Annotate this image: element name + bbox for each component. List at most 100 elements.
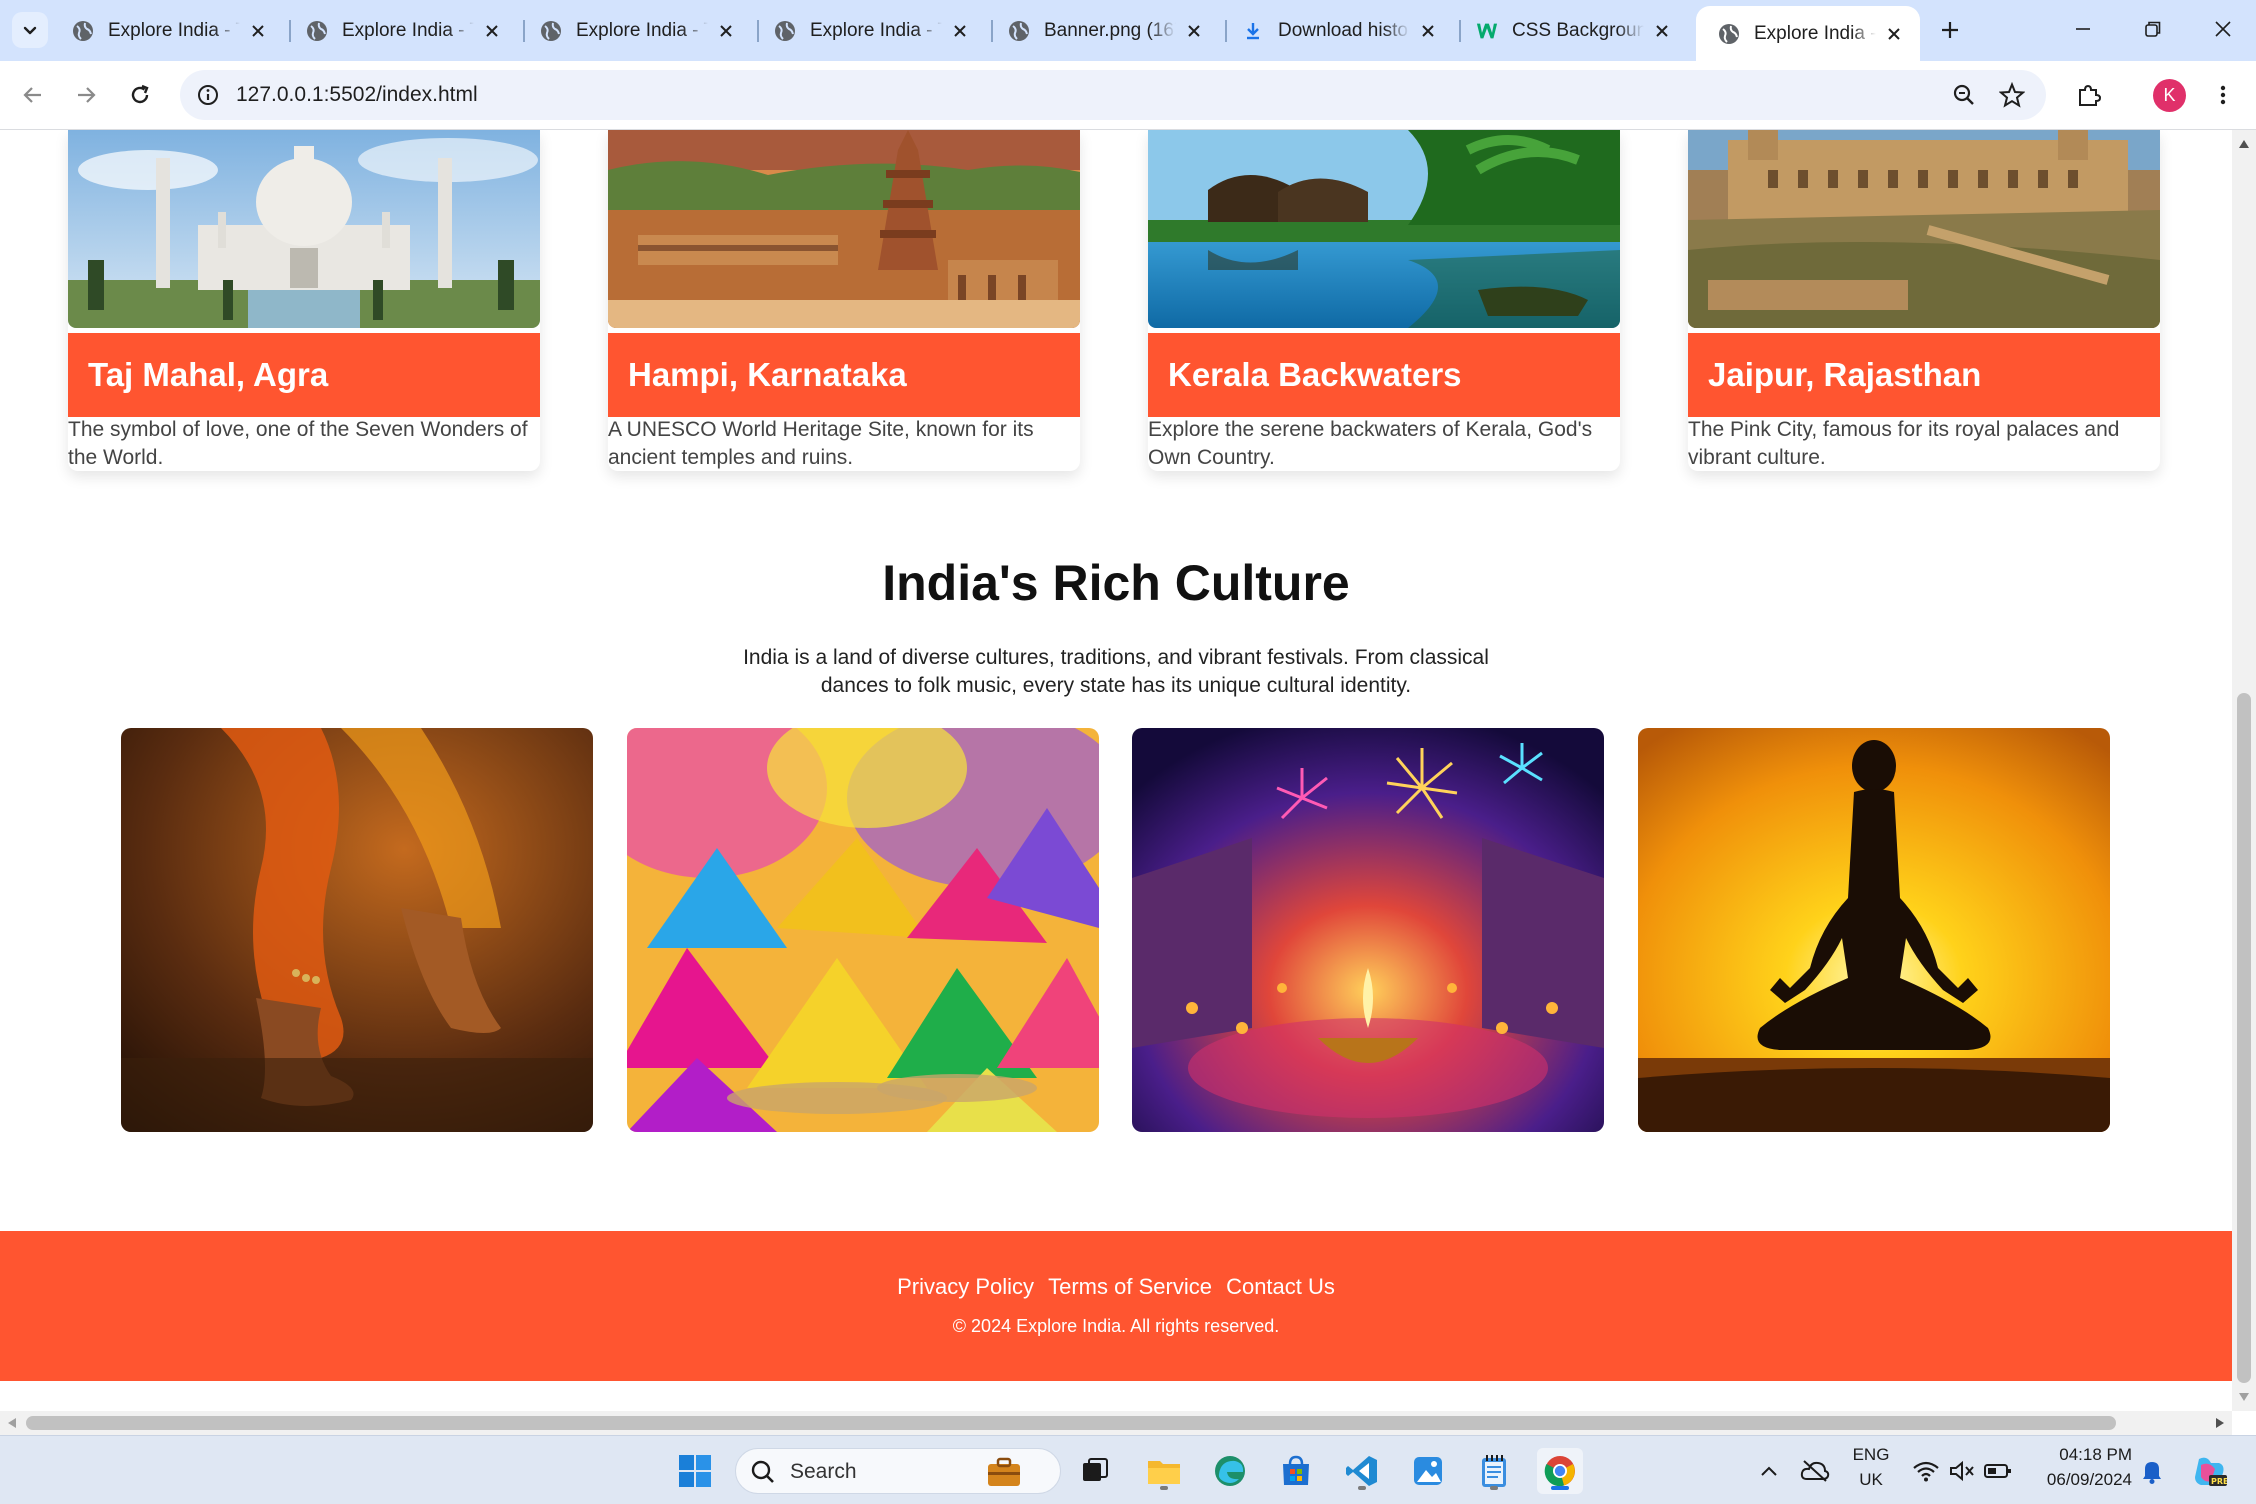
horizontal-scrollbar[interactable] bbox=[0, 1411, 2232, 1435]
site-info-icon[interactable] bbox=[190, 77, 226, 113]
privacy-policy-link[interactable]: Privacy Policy bbox=[897, 1274, 1034, 1299]
svg-text:PRE: PRE bbox=[2211, 1477, 2227, 1486]
page-footer: Privacy Policy Terms of Service Contact … bbox=[0, 1231, 2232, 1381]
minimize-icon[interactable] bbox=[2050, 0, 2116, 58]
photos-app-icon[interactable] bbox=[1405, 1448, 1451, 1494]
destination-card[interactable]: Taj Mahal, Agra The symbol of love, one … bbox=[68, 130, 540, 471]
tab-title: Explore India - T bbox=[1754, 22, 1876, 44]
vertical-scroll-thumb[interactable] bbox=[2237, 693, 2251, 1383]
clock-date[interactable]: 06/09/2024 bbox=[2022, 1470, 2132, 1490]
browser-tab[interactable]: Explore India - T bbox=[518, 8, 752, 53]
close-tab-icon[interactable] bbox=[1416, 19, 1440, 43]
globe-icon bbox=[1718, 23, 1740, 45]
close-tab-icon[interactable] bbox=[480, 19, 504, 43]
browser-tab[interactable]: Explore India - T bbox=[284, 8, 518, 53]
browser-tab[interactable]: Explore India - T bbox=[752, 8, 986, 53]
address-bar[interactable]: 127.0.0.1:5502/index.html bbox=[180, 70, 2046, 120]
jaipur-image bbox=[1688, 130, 2160, 328]
windows-start-icon[interactable] bbox=[672, 1448, 718, 1494]
footer-copyright: © 2024 Explore India. All rights reserve… bbox=[952, 1316, 1280, 1336]
scroll-left-arrow-icon[interactable] bbox=[2, 1413, 22, 1433]
destination-card[interactable]: Jaipur, Rajasthan The Pink City, famous … bbox=[1688, 130, 2160, 471]
url-text[interactable]: 127.0.0.1:5502/index.html bbox=[236, 70, 478, 120]
task-view-icon[interactable] bbox=[1072, 1448, 1118, 1494]
diwali-festival-image bbox=[1132, 728, 1604, 1132]
hampi-image bbox=[608, 130, 1080, 328]
destination-description: The Pink City, famous for its royal pala… bbox=[1688, 418, 2120, 469]
destination-name: Jaipur, Rajasthan bbox=[1688, 333, 2160, 417]
copilot-icon[interactable]: PRE bbox=[2186, 1448, 2232, 1494]
taskbar-search-label: Search bbox=[790, 1460, 857, 1483]
extensions-puzzle-icon[interactable] bbox=[2069, 75, 2109, 115]
notification-bell-icon[interactable] bbox=[2132, 1448, 2172, 1494]
close-tab-icon[interactable] bbox=[1882, 22, 1906, 46]
tab-title: Banner.png (167 bbox=[1044, 19, 1176, 41]
terms-of-service-link[interactable]: Terms of Service bbox=[1048, 1274, 1212, 1299]
page-viewport: Taj Mahal, Agra The symbol of love, one … bbox=[0, 130, 2232, 1411]
active-indicator bbox=[1551, 1486, 1569, 1490]
scroll-right-arrow-icon[interactable] bbox=[2210, 1413, 2230, 1433]
microsoft-store-icon[interactable] bbox=[1273, 1448, 1319, 1494]
culture-section-title: India's Rich Culture bbox=[882, 555, 1350, 611]
browser-tab-strip: Explore India - T Explore India - T Expl… bbox=[0, 0, 2256, 61]
volume-muted-icon[interactable] bbox=[1942, 1448, 1982, 1494]
battery-icon[interactable] bbox=[1978, 1448, 2018, 1494]
notepad-icon[interactable] bbox=[1471, 1448, 1517, 1494]
language-indicator[interactable]: ENG bbox=[1846, 1445, 1896, 1465]
vscode-icon[interactable] bbox=[1339, 1448, 1385, 1494]
tab-title: Explore India - T bbox=[108, 19, 240, 41]
forward-arrow-icon[interactable] bbox=[66, 75, 106, 115]
close-tab-icon[interactable] bbox=[1650, 19, 1674, 43]
chrome-icon[interactable] bbox=[1537, 1448, 1583, 1494]
browser-tab[interactable]: CSS Backgroun bbox=[1454, 8, 1688, 53]
profile-avatar[interactable]: K bbox=[2153, 79, 2186, 112]
destination-card[interactable]: Kerala Backwaters Explore the serene bac… bbox=[1148, 130, 1620, 471]
destination-name: Kerala Backwaters bbox=[1148, 333, 1620, 417]
globe-icon bbox=[1008, 20, 1030, 42]
reload-icon[interactable] bbox=[120, 75, 160, 115]
globe-icon bbox=[540, 20, 562, 42]
browser-tab-active[interactable]: Explore India - T bbox=[1696, 6, 1920, 61]
close-tab-icon[interactable] bbox=[246, 19, 270, 43]
file-explorer-icon[interactable] bbox=[1141, 1448, 1187, 1494]
taj-mahal-image bbox=[68, 130, 540, 328]
edge-browser-icon[interactable] bbox=[1207, 1448, 1253, 1494]
close-tab-icon[interactable] bbox=[1182, 19, 1206, 43]
contact-us-link[interactable]: Contact Us bbox=[1226, 1274, 1335, 1299]
scroll-up-arrow-icon[interactable] bbox=[2234, 134, 2254, 154]
clock-time[interactable]: 04:18 PM bbox=[2022, 1445, 2132, 1465]
globe-icon bbox=[72, 20, 94, 42]
scroll-down-arrow-icon[interactable] bbox=[2234, 1387, 2254, 1407]
browser-tab[interactable]: Explore India - T bbox=[50, 8, 284, 53]
destination-description: Explore the serene backwaters of Kerala,… bbox=[1148, 418, 1593, 469]
restore-icon[interactable] bbox=[2120, 0, 2186, 58]
close-window-icon[interactable] bbox=[2190, 0, 2256, 58]
horizontal-scroll-thumb[interactable] bbox=[26, 1416, 2116, 1430]
kerala-backwaters-image bbox=[1148, 130, 1620, 328]
close-tab-icon[interactable] bbox=[948, 19, 972, 43]
vertical-scrollbar[interactable] bbox=[2232, 130, 2256, 1411]
tab-title: CSS Backgroun bbox=[1512, 19, 1644, 41]
taskbar-search[interactable]: Search bbox=[735, 1448, 1061, 1494]
destination-description: A UNESCO World Heritage Site, known for … bbox=[608, 418, 1034, 469]
wifi-icon[interactable] bbox=[1906, 1448, 1946, 1494]
back-arrow-icon[interactable] bbox=[13, 75, 53, 115]
destination-name: Hampi, Karnataka bbox=[608, 333, 1080, 417]
holi-colors-image bbox=[627, 728, 1099, 1132]
show-hidden-icons-chevron-icon[interactable] bbox=[1746, 1448, 1792, 1494]
destination-card[interactable]: Hampi, Karnataka A UNESCO World Heritage… bbox=[608, 130, 1080, 471]
new-tab-plus-icon[interactable] bbox=[1932, 12, 1968, 48]
onedrive-cloud-icon[interactable] bbox=[1792, 1448, 1838, 1494]
destination-description: The symbol of love, one of the Seven Won… bbox=[68, 418, 528, 469]
bookmark-star-icon[interactable] bbox=[1994, 77, 2030, 113]
menu-kebab-icon[interactable] bbox=[2203, 75, 2243, 115]
tab-search-chevron-icon[interactable] bbox=[12, 12, 48, 48]
browser-tab[interactable]: Banner.png (167 bbox=[986, 8, 1220, 53]
region-indicator[interactable]: UK bbox=[1846, 1470, 1896, 1490]
browser-tab[interactable]: Download histo bbox=[1220, 8, 1454, 53]
close-tab-icon[interactable] bbox=[714, 19, 738, 43]
zoom-icon[interactable] bbox=[1946, 77, 1982, 113]
search-highlight-briefcase-icon bbox=[984, 1456, 1024, 1493]
footer-links: Privacy Policy Terms of Service Contact … bbox=[0, 1274, 2232, 1300]
classical-dance-image bbox=[121, 728, 593, 1132]
